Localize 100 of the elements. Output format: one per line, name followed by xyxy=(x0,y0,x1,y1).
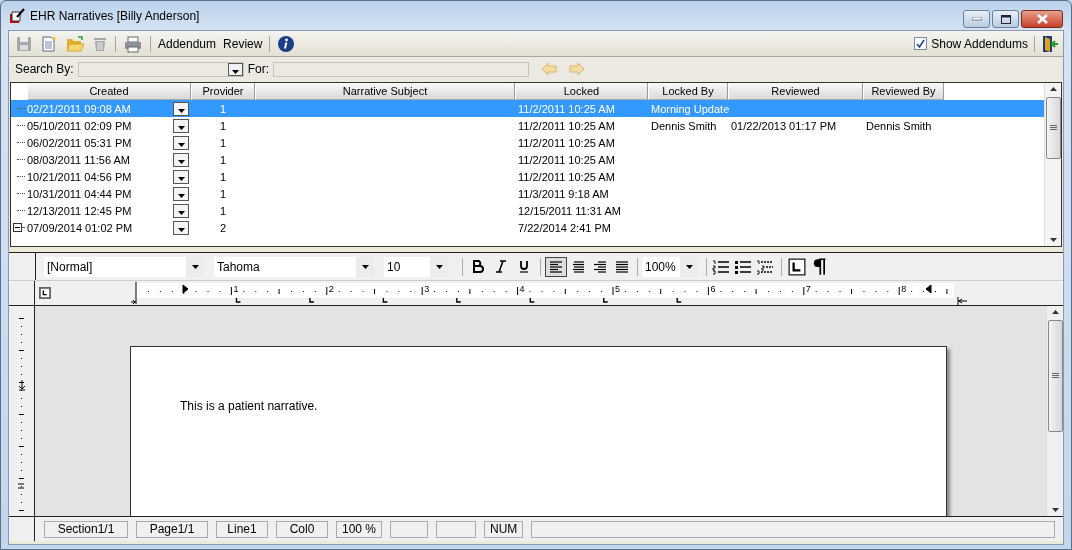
document-page[interactable]: This is a patient narrative. xyxy=(130,346,947,516)
close-button[interactable] xyxy=(1021,10,1063,28)
row-dropdown-button[interactable] xyxy=(173,169,189,184)
document-text: This is a patient narrative. xyxy=(180,399,319,413)
table-cell-text: 01/22/2013 01:17 PM xyxy=(730,119,838,132)
table-cell-text: 1 xyxy=(218,136,228,149)
field-label: Search By: xyxy=(15,62,74,76)
column-header[interactable]: Provider xyxy=(191,83,255,100)
align-left-icon xyxy=(550,260,562,273)
search-by-dropdown[interactable] xyxy=(77,61,244,77)
table-cell-text: 12/15/2011 11:31 AM xyxy=(517,204,622,217)
table-row[interactable]: 10/21/2011 04:56 PM 1 11/2/2011 10:25 AM xyxy=(11,168,1044,185)
tab-stop-icon[interactable] xyxy=(786,256,808,277)
window-title: EHR Narratives [Billy Anderson] xyxy=(30,8,200,23)
italic-icon xyxy=(495,260,507,273)
dropdown-arrow-icon xyxy=(177,125,185,130)
row-dropdown-button[interactable] xyxy=(173,118,189,133)
search-field[interactable] xyxy=(273,61,530,77)
column-header[interactable]: Narrative Subject xyxy=(255,83,515,100)
style-dropdown[interactable]: [Normal] xyxy=(44,256,204,277)
table-cell-text: 11/2/2011 10:25 AM xyxy=(517,153,616,166)
dropdown-arrow-icon xyxy=(177,108,185,113)
dropdown-arrow-icon xyxy=(177,142,185,147)
collapse-toggle-icon[interactable] xyxy=(13,223,22,232)
column-header[interactable]: Reviewed By xyxy=(863,83,944,100)
dropdown-arrow-icon xyxy=(177,193,185,198)
printer-icon[interactable] xyxy=(123,34,143,53)
table-cell: 12/13/2011 12:45 PM xyxy=(27,204,132,217)
table-cell-text: Dennis Smith xyxy=(650,119,718,132)
row-dropdown-button[interactable] xyxy=(173,186,189,201)
info-icon[interactable] xyxy=(277,34,296,53)
underline-icon xyxy=(518,260,530,273)
toolbar-button[interactable]: Review xyxy=(221,35,265,52)
checkbox[interactable] xyxy=(914,37,928,50)
column-header[interactable]: Reviewed xyxy=(728,83,863,100)
table-cell-text: 1 xyxy=(218,119,228,132)
table-cell-text: 1 xyxy=(218,170,228,183)
ruler-number: 8 xyxy=(901,284,907,294)
app-icon xyxy=(9,7,25,24)
dropdown-arrow-icon xyxy=(177,227,185,232)
combo-value: [Normal] xyxy=(47,259,93,274)
maximize-icon xyxy=(1000,14,1011,24)
table-row[interactable]: 10/31/2011 04:44 PM 1 11/3/2011 9:18 AM xyxy=(11,185,1044,202)
column-header[interactable]: Locked xyxy=(515,83,648,100)
column-header[interactable]: Created xyxy=(27,83,191,100)
status-panel: Col0 xyxy=(276,520,328,538)
ruler-number: 2 xyxy=(328,284,334,294)
table-cell-text: 1 xyxy=(218,187,228,200)
align-center-icon xyxy=(572,260,584,273)
dropdown-arrow-icon xyxy=(177,176,185,181)
maximize-button[interactable] xyxy=(992,10,1019,28)
ruler-number: 5 xyxy=(615,284,620,294)
ruler-number: 7 xyxy=(805,284,811,294)
row-dropdown-button[interactable] xyxy=(173,152,189,167)
table-cell-text: 2 xyxy=(218,221,228,234)
first-line-indent-icon[interactable] xyxy=(182,284,189,294)
combo-value: 100% xyxy=(645,259,676,274)
ruler-number: 3 xyxy=(424,284,430,294)
checkbox-label: Show Addendums xyxy=(931,36,1028,51)
row-dropdown-button[interactable] xyxy=(173,135,189,150)
status-panel: NUM xyxy=(484,520,524,538)
font-dropdown[interactable]: Tahoma xyxy=(214,256,374,277)
align-left-button[interactable] xyxy=(545,256,567,277)
row-dropdown-button[interactable] xyxy=(173,220,189,235)
table-cell-text: 1 xyxy=(218,102,228,115)
dropdown-arrow-icon xyxy=(685,264,693,269)
table-row[interactable]: 08/03/2011 11:56 AM 1 11/2/2011 10:25 AM xyxy=(11,151,1044,168)
table-cell: 02/21/2011 09:08 AM xyxy=(27,102,131,115)
zoom-dropdown[interactable]: 100% xyxy=(642,256,698,277)
tab-type-icon[interactable] xyxy=(39,287,51,299)
table-row[interactable]: 07/09/2014 01:02 PM 2 7/22/2014 2:41 PM xyxy=(11,219,1044,236)
bold-icon xyxy=(472,260,484,273)
scrollbar-thumb[interactable] xyxy=(1047,320,1063,432)
table-cell: 05/10/2011 02:09 PM xyxy=(27,119,132,132)
exit-door-icon[interactable] xyxy=(1041,34,1059,53)
table-row[interactable]: 06/02/2011 05:31 PM 1 11/2/2011 10:25 AM xyxy=(11,134,1044,151)
table-cell-text: 1 xyxy=(218,204,228,217)
row-dropdown-button[interactable] xyxy=(173,101,189,116)
ruler-number: 1 xyxy=(233,284,239,294)
dropdown-arrow-icon xyxy=(361,264,369,269)
table-row[interactable]: 12/13/2011 12:45 PM 1 12/15/2011 11:31 AM xyxy=(11,202,1044,219)
font-size-dropdown[interactable]: 10 xyxy=(384,256,448,277)
table-cell-text: 7/22/2014 2:41 PM xyxy=(517,221,612,234)
row-dropdown-button[interactable] xyxy=(173,203,189,218)
table-cell-text: 11/2/2011 10:25 AM xyxy=(517,136,616,149)
table-cell-text: 11/2/2011 10:25 AM xyxy=(517,119,616,132)
right-indent-icon[interactable] xyxy=(925,284,932,294)
scrollbar-thumb[interactable] xyxy=(1045,97,1061,159)
toolbar-button[interactable]: Addendum xyxy=(156,35,219,52)
minimize-icon xyxy=(971,17,982,21)
column-header[interactable]: Locked By xyxy=(648,83,728,100)
table-row[interactable]: 05/10/2011 02:09 PM 1 11/2/2011 10:25 AM Dennis Smith 01/22/2013 01:17 PM Dennis Smith xyxy=(11,117,1044,134)
dropdown-arrow-icon xyxy=(191,264,199,269)
combo-value: Tahoma xyxy=(217,259,260,274)
right-margin-icon[interactable] xyxy=(957,296,968,305)
field-label: For: xyxy=(247,62,270,76)
ruler-number: 6 xyxy=(710,284,716,294)
table-cell: 06/02/2011 05:31 PM xyxy=(27,136,132,149)
align-right-icon xyxy=(594,260,606,273)
ruler-number: 4 xyxy=(519,284,525,294)
